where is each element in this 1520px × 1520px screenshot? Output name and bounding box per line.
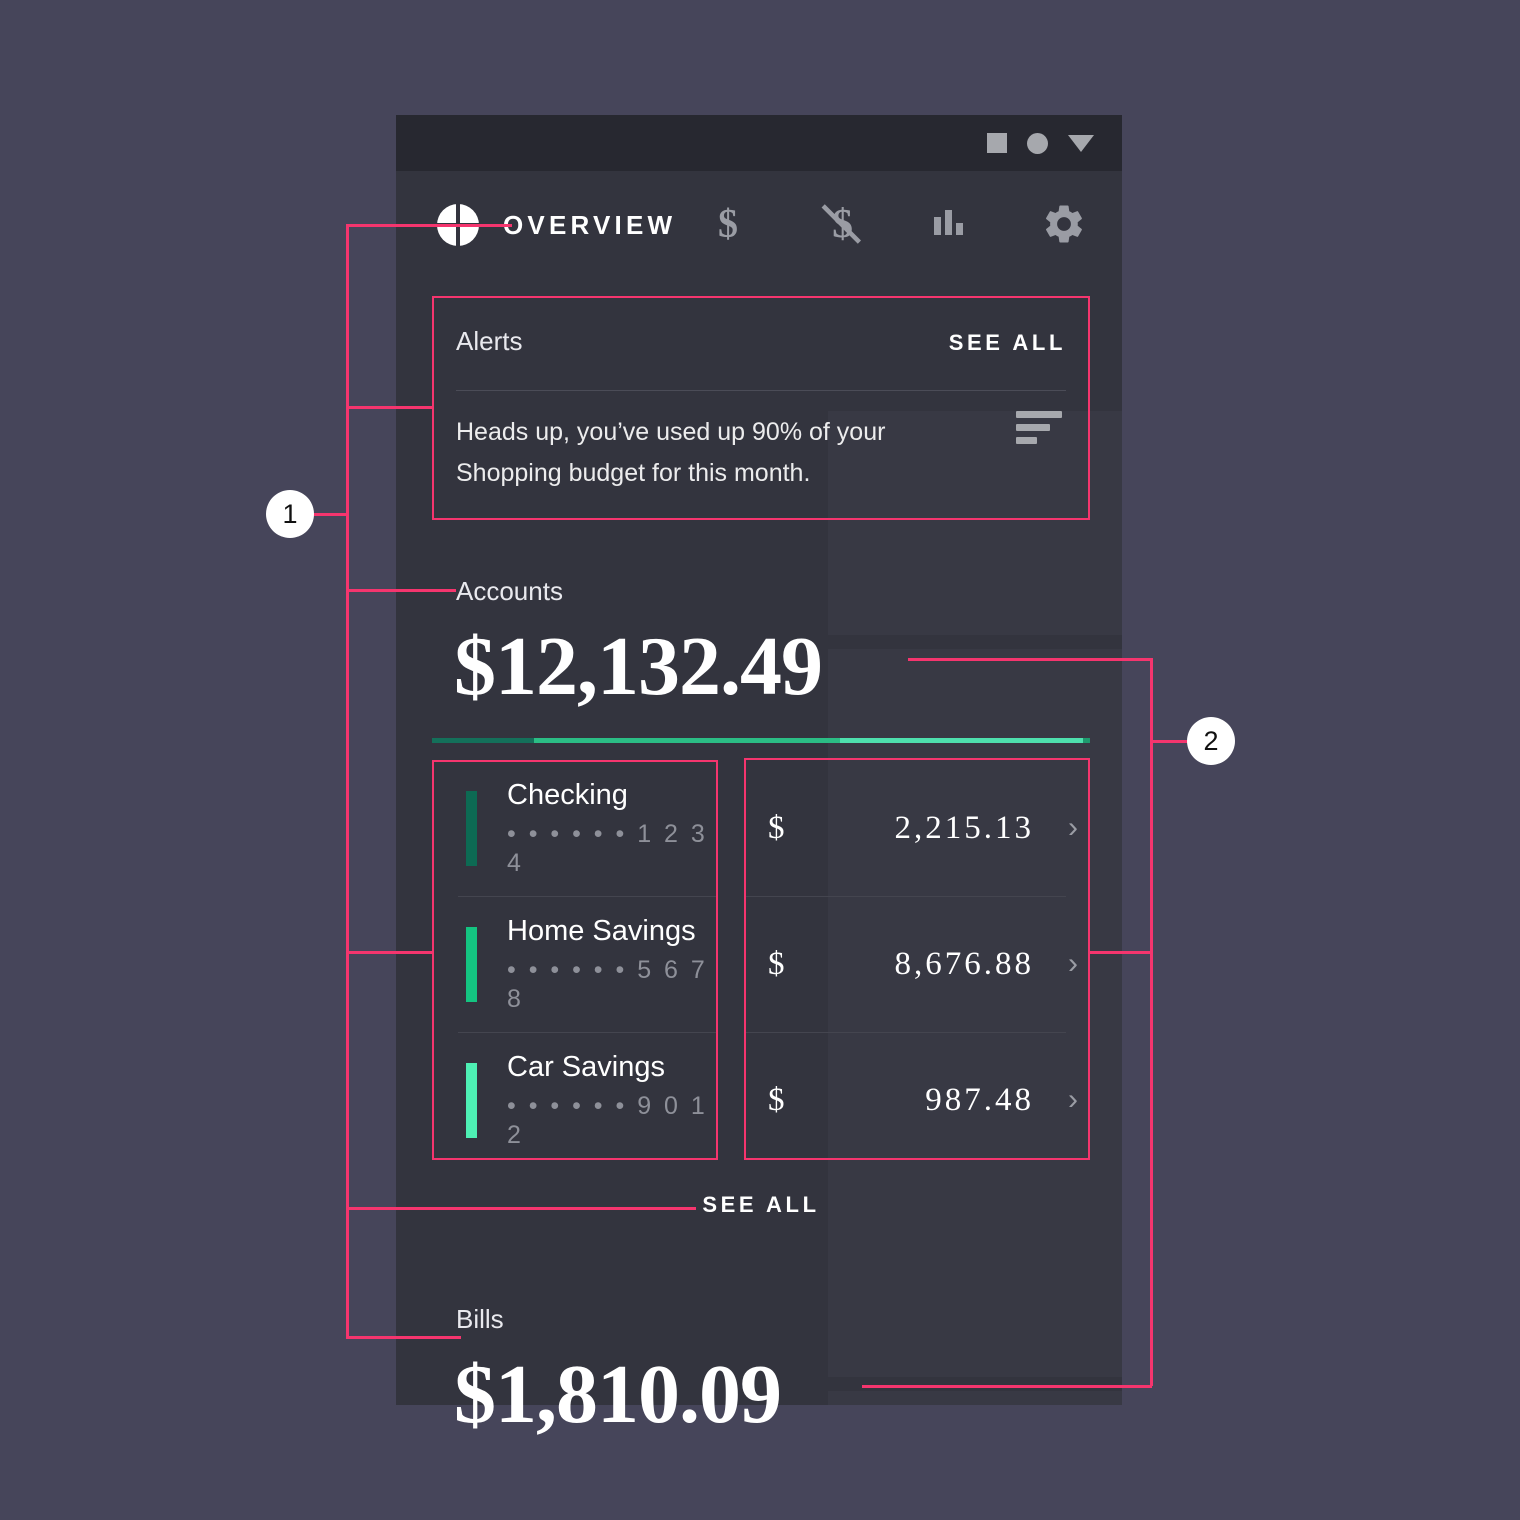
account-row[interactable]: Car Savings • • • • • • 9 0 1 2: [432, 1032, 718, 1168]
account-row[interactable]: Checking • • • • • • 1 2 3 4: [432, 760, 718, 896]
account-text: Home Savings • • • • • • 5 6 7 8: [507, 914, 718, 1014]
account-amount: $2,215.13 ›: [744, 810, 1090, 847]
currency-symbol: $: [768, 1081, 785, 1118]
bills-title: Bills: [456, 1304, 504, 1334]
window-controls: [987, 115, 1094, 171]
account-masked-number: • • • • • • 1 2 3 4: [507, 820, 708, 877]
account-balance: 8,676.88: [894, 945, 1034, 982]
chevron-right-icon[interactable]: ›: [1056, 1083, 1090, 1117]
allocation-segment-0: [432, 738, 534, 743]
alerts-divider: [456, 390, 1066, 391]
alerts-see-all-button[interactable]: SEE ALL: [949, 330, 1066, 356]
accounts-amount-list: $2,215.13 › $8,676.88 › $987.48 ›: [744, 760, 1090, 1168]
currency-symbol: $: [768, 809, 785, 846]
allocation-segment-1: [533, 738, 840, 743]
account-text: Car Savings • • • • • • 9 0 1 2: [507, 1050, 718, 1150]
account-amount-row[interactable]: $2,215.13 ›: [744, 760, 1090, 896]
currency-symbol: $: [768, 945, 785, 982]
alerts-title: Alerts: [456, 326, 523, 356]
account-name: Checking: [507, 779, 628, 811]
chevron-right-icon[interactable]: ›: [1056, 811, 1090, 845]
accounts-name-list: Checking • • • • • • 1 2 3 4 Home Savings •…: [432, 760, 718, 1168]
bar-chart-icon[interactable]: [928, 200, 976, 248]
account-amount: $8,676.88 ›: [744, 946, 1090, 983]
window-titlebar: [396, 115, 1122, 171]
account-color-bar: [466, 926, 477, 1002]
annotation-marker-1: 1: [266, 490, 314, 538]
alerts-header: Alerts SEE ALL: [456, 326, 1066, 357]
dropdown-triangle-icon[interactable]: [1068, 134, 1094, 152]
account-amount-row[interactable]: $8,676.88 ›: [744, 896, 1090, 1032]
account-amount: $987.48 ›: [744, 1082, 1090, 1119]
account-color-bar: [466, 1062, 477, 1138]
logo-mark-icon[interactable]: [437, 200, 479, 250]
dollar-icon[interactable]: $: [704, 200, 752, 248]
money-off-icon[interactable]: $: [816, 200, 864, 248]
accounts-allocation-bar: [432, 738, 1090, 743]
account-name: Car Savings: [507, 1051, 665, 1083]
allocation-segment-3: [1083, 738, 1090, 743]
svg-text:$: $: [718, 202, 738, 246]
annotation-line: [1150, 658, 1153, 1386]
bills-card: [828, 1391, 1122, 1405]
account-text: Checking • • • • • • 1 2 3 4: [507, 778, 718, 878]
record-circle-icon[interactable]: [1027, 132, 1048, 154]
accounts-total-balance: $12,132.49: [454, 620, 823, 713]
account-balance: 987.48: [925, 1081, 1034, 1118]
annotation-line: [310, 513, 348, 516]
stop-square-icon[interactable]: [987, 133, 1007, 153]
accounts-see-all-button[interactable]: SEE ALL: [432, 1192, 1090, 1218]
annotation-line: [346, 224, 349, 1338]
allocation-segment-2: [839, 738, 1084, 743]
bills-total-amount: $1,810.09: [454, 1348, 782, 1441]
annotation-line: [1150, 740, 1188, 743]
account-name: Home Savings: [507, 915, 696, 947]
account-color-bar: [466, 790, 477, 866]
gear-icon[interactable]: [1040, 200, 1088, 248]
account-masked-number: • • • • • • 5 6 7 8: [507, 956, 708, 1013]
account-balance: 2,215.13: [894, 809, 1034, 846]
annotation-marker-2: 2: [1187, 717, 1235, 765]
sort-icon[interactable]: [1016, 411, 1062, 445]
account-row[interactable]: Home Savings • • • • • • 5 6 7 8: [432, 896, 718, 1032]
page-title: OVERVIEW: [503, 210, 677, 240]
alert-message: Heads up, you’ve used up 90% of your Sho…: [456, 418, 886, 487]
account-masked-number: • • • • • • 9 0 1 2: [507, 1092, 708, 1149]
account-amount-row[interactable]: $987.48 ›: [744, 1032, 1090, 1168]
chevron-right-icon[interactable]: ›: [1056, 947, 1090, 981]
accounts-title: Accounts: [456, 576, 563, 606]
